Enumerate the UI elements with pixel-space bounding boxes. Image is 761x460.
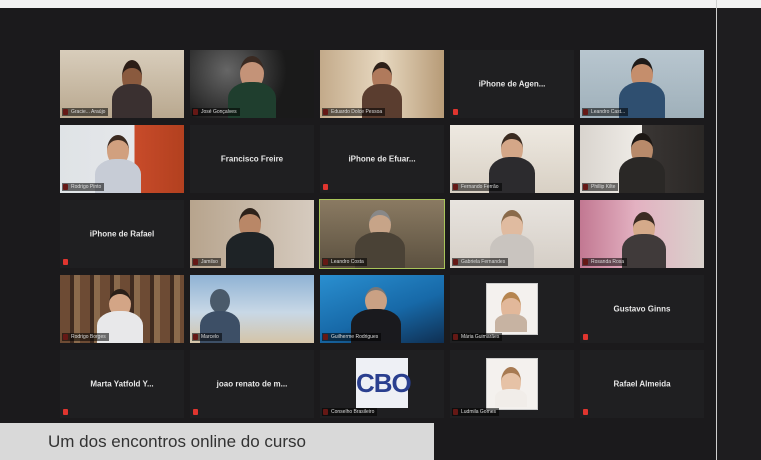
profile-photo: [486, 358, 538, 410]
participant-name: José Gonçalves: [192, 108, 240, 116]
participant-display-name: iPhone de Agen...: [478, 79, 546, 89]
participant-name: Rosanda Rosa: [582, 258, 628, 266]
participant-tile-active-speaker[interactable]: Leandro Costa: [319, 199, 445, 269]
participant-tile[interactable]: Phillip Kilte: [580, 125, 704, 193]
participant-name: Phillip Kilte: [582, 183, 619, 191]
profile-photo: [486, 283, 538, 335]
participant-tile[interactable]: Gabriela Fernandes: [450, 200, 574, 268]
participant-name: Gabriela Fernandes: [452, 258, 509, 266]
mic-muted-icon: [193, 409, 198, 415]
participant-tile[interactable]: Marta Yatfold Y...: [60, 350, 184, 418]
mic-muted-icon: [323, 184, 328, 190]
participant-display-name: Gustavo Ginns: [613, 304, 671, 314]
participant-tile[interactable]: Fernando Ferrão: [450, 125, 574, 193]
right-panel: [716, 0, 761, 460]
participant-name: Guilherme Rodrigues: [322, 333, 382, 341]
participant-name: Rodrigo Pinto: [62, 183, 105, 191]
photo-caption: Um dos encontros online do curso: [0, 423, 434, 460]
participant-name: Mária Guimarães: [452, 333, 503, 341]
participant-tile[interactable]: joao renato de m...: [190, 350, 314, 418]
top-strip: [0, 0, 761, 8]
participant-tile[interactable]: Rosanda Rosa: [580, 200, 704, 268]
participant-tile[interactable]: Rodrigo Pinto: [60, 125, 184, 193]
participant-name: Conselho Brasileiro: [322, 408, 378, 416]
participant-name: Ludmila Gomes: [452, 408, 500, 416]
participant-tile[interactable]: Leandro Cast...: [580, 50, 704, 118]
participant-tile[interactable]: Jamilso: [190, 200, 314, 268]
participant-name: Leandro Costa: [322, 258, 367, 266]
cbo-logo: CBO: [356, 358, 412, 408]
video-call-screen: Gracie... Araújo José Gonçalves Eduardo …: [0, 8, 716, 460]
mic-muted-icon: [583, 409, 588, 415]
participant-display-name: Francisco Freire: [220, 154, 284, 164]
participant-tile[interactable]: Marcelo: [190, 275, 314, 343]
mic-muted-icon: [63, 409, 68, 415]
participant-tile[interactable]: José Gonçalves: [190, 50, 314, 118]
participant-display-name: joao renato de m...: [216, 379, 288, 389]
participant-name: Jamilso: [192, 258, 221, 266]
mic-muted-icon: [453, 109, 458, 115]
participant-name: Fernando Ferrão: [452, 183, 502, 191]
participant-tile[interactable]: iPhone de Efuar...: [320, 125, 444, 193]
participant-display-name: Rafael Almeida: [613, 379, 671, 389]
participant-tile[interactable]: Mária Guimarães: [450, 275, 574, 343]
participant-name: Eduardo Dolce Pessoa: [322, 108, 386, 116]
participant-tile[interactable]: Rafael Almeida: [580, 350, 704, 418]
participant-tile[interactable]: Gustavo Ginns: [580, 275, 704, 343]
participant-tile[interactable]: Eduardo Dolce Pessoa: [320, 50, 444, 118]
participant-name: Marcelo: [192, 333, 222, 341]
participant-tile[interactable]: Gracie... Araújo: [60, 50, 184, 118]
participant-name: Leandro Cast...: [582, 108, 629, 116]
participant-display-name: Marta Yatfold Y...: [90, 379, 154, 389]
participant-tile[interactable]: Francisco Freire: [190, 125, 314, 193]
participant-tile[interactable]: Guilherme Rodrigues: [320, 275, 444, 343]
participant-name: Gracie... Araújo: [62, 108, 109, 116]
participant-tile[interactable]: iPhone de Rafael: [60, 200, 184, 268]
participant-tile[interactable]: Ludmila Gomes: [450, 350, 574, 418]
participant-tile[interactable]: iPhone de Agen...: [450, 50, 574, 118]
participant-display-name: iPhone de Rafael: [89, 229, 155, 239]
participant-tile[interactable]: Rodrigo Borges: [60, 275, 184, 343]
mic-muted-icon: [63, 259, 68, 265]
participant-name: Rodrigo Borges: [62, 333, 109, 341]
mic-muted-icon: [583, 334, 588, 340]
participant-tile[interactable]: CBO Conselho Brasileiro: [320, 350, 444, 418]
participant-display-name: iPhone de Efuar...: [348, 154, 416, 164]
